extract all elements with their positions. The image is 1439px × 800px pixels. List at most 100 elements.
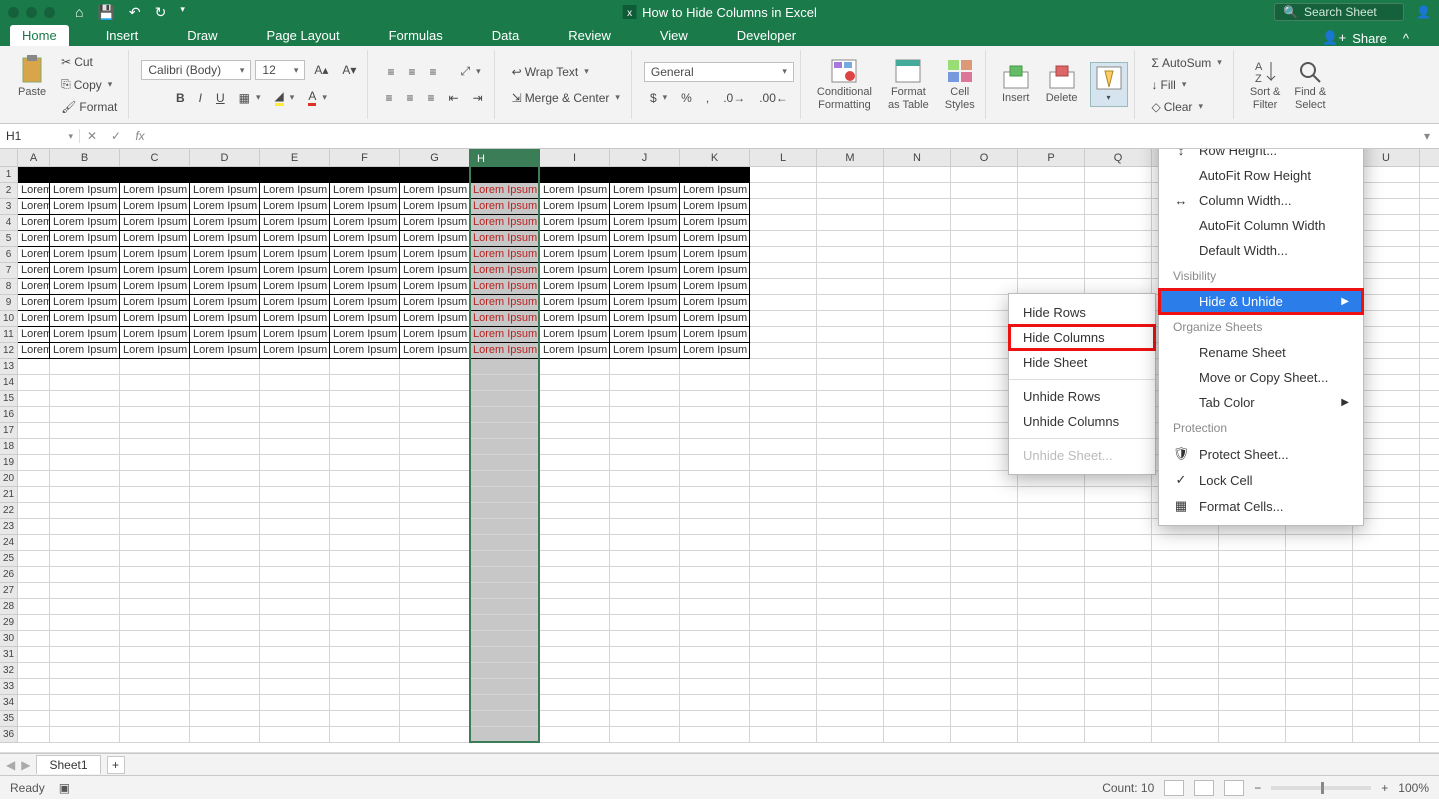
cell[interactable] <box>190 471 260 487</box>
cell[interactable] <box>330 679 400 695</box>
cell[interactable]: Lorem Ipsum <box>330 183 400 199</box>
cell[interactable] <box>1219 631 1286 647</box>
tab-insert[interactable]: Insert <box>94 25 151 46</box>
cell[interactable] <box>817 519 884 535</box>
cell[interactable]: Lorem Ipsum <box>330 327 400 343</box>
cell[interactable] <box>951 503 1018 519</box>
cell[interactable] <box>260 663 330 679</box>
autosum-button[interactable]: ΣAutoSum <box>1147 53 1227 73</box>
cell[interactable] <box>951 599 1018 615</box>
cell[interactable] <box>1420 503 1439 519</box>
column-header-D[interactable]: D <box>190 149 260 167</box>
cell[interactable] <box>470 695 540 711</box>
cell[interactable]: Lorem Ipsum <box>680 263 750 279</box>
cell[interactable] <box>884 631 951 647</box>
submenu-item-unhide-rows[interactable]: Unhide Rows <box>1009 384 1155 409</box>
cell[interactable] <box>50 599 120 615</box>
next-sheet-button[interactable]: ▶ <box>21 758 30 772</box>
cell[interactable] <box>260 423 330 439</box>
cell[interactable]: Lorem Ipsum <box>50 231 120 247</box>
cell[interactable] <box>1353 535 1420 551</box>
submenu-item-hide-sheet[interactable]: Hide Sheet <box>1009 350 1155 375</box>
column-header-C[interactable]: C <box>120 149 190 167</box>
cell[interactable] <box>18 615 50 631</box>
cell[interactable] <box>1018 535 1085 551</box>
cell[interactable] <box>951 711 1018 727</box>
cell[interactable] <box>1219 679 1286 695</box>
format-painter-button[interactable]: 🖌Format <box>56 97 122 117</box>
cell[interactable]: Lorem Ipsum <box>260 295 330 311</box>
cell[interactable] <box>190 535 260 551</box>
cell[interactable] <box>1219 599 1286 615</box>
column-header-J[interactable]: J <box>610 149 680 167</box>
row-header-28[interactable]: 28 <box>0 599 18 615</box>
cell[interactable] <box>1085 631 1152 647</box>
cell[interactable] <box>400 167 470 183</box>
cell[interactable] <box>610 407 680 423</box>
cell[interactable] <box>50 535 120 551</box>
cell[interactable] <box>260 711 330 727</box>
cell[interactable] <box>884 679 951 695</box>
column-header-P[interactable]: P <box>1018 149 1085 167</box>
cell[interactable] <box>951 695 1018 711</box>
cell[interactable] <box>610 503 680 519</box>
cell[interactable] <box>1420 519 1439 535</box>
cell[interactable] <box>1085 503 1152 519</box>
cell[interactable]: Lorem Ipsum <box>470 295 540 311</box>
cell[interactable] <box>1286 535 1353 551</box>
font-size-select[interactable]: 12 <box>255 60 305 80</box>
cell[interactable] <box>680 375 750 391</box>
cell[interactable] <box>1420 679 1439 695</box>
cell[interactable] <box>951 647 1018 663</box>
row-header-10[interactable]: 10 <box>0 311 18 327</box>
cell[interactable] <box>750 247 817 263</box>
cell[interactable] <box>400 439 470 455</box>
row-header-31[interactable]: 31 <box>0 647 18 663</box>
cell[interactable] <box>1085 231 1152 247</box>
cell[interactable] <box>1152 663 1219 679</box>
cell[interactable] <box>750 727 817 743</box>
align-center-button[interactable]: ≡ <box>401 88 418 108</box>
cell[interactable]: Lorem Ipsum <box>50 311 120 327</box>
cell[interactable] <box>330 727 400 743</box>
cell[interactable] <box>750 375 817 391</box>
cell[interactable] <box>750 199 817 215</box>
format-as-table-button[interactable]: Format as Table <box>884 56 933 112</box>
cell[interactable] <box>50 471 120 487</box>
column-header-K[interactable]: K <box>680 149 750 167</box>
cell[interactable] <box>120 679 190 695</box>
zoom-in-button[interactable]: + <box>1381 781 1388 795</box>
cell[interactable] <box>400 391 470 407</box>
cell[interactable] <box>260 455 330 471</box>
cell[interactable] <box>190 519 260 535</box>
submenu-item-hide-columns[interactable]: Hide Columns <box>1009 325 1155 350</box>
cell[interactable] <box>884 535 951 551</box>
cell[interactable] <box>1353 695 1420 711</box>
cell[interactable] <box>540 695 610 711</box>
cell[interactable] <box>1018 519 1085 535</box>
cell[interactable] <box>400 407 470 423</box>
cell[interactable] <box>1085 215 1152 231</box>
cell[interactable] <box>817 199 884 215</box>
cell[interactable] <box>540 167 610 183</box>
cell[interactable] <box>470 375 540 391</box>
cell[interactable] <box>750 519 817 535</box>
cell[interactable] <box>470 647 540 663</box>
cell[interactable] <box>884 551 951 567</box>
cell[interactable] <box>817 359 884 375</box>
cell[interactable] <box>330 487 400 503</box>
cell[interactable] <box>18 407 50 423</box>
cell[interactable]: Lorem Ipsum <box>540 199 610 215</box>
cell[interactable] <box>1219 663 1286 679</box>
cell[interactable]: Lorem Ipsum <box>470 327 540 343</box>
cell[interactable] <box>1420 471 1439 487</box>
cell[interactable] <box>18 455 50 471</box>
cell[interactable] <box>680 391 750 407</box>
cell[interactable] <box>1353 679 1420 695</box>
column-header-L[interactable]: L <box>750 149 817 167</box>
cell[interactable]: Lorem Ipsum <box>400 247 470 263</box>
cell[interactable] <box>951 727 1018 743</box>
cell[interactable] <box>18 487 50 503</box>
cell[interactable] <box>610 599 680 615</box>
cell[interactable] <box>190 647 260 663</box>
